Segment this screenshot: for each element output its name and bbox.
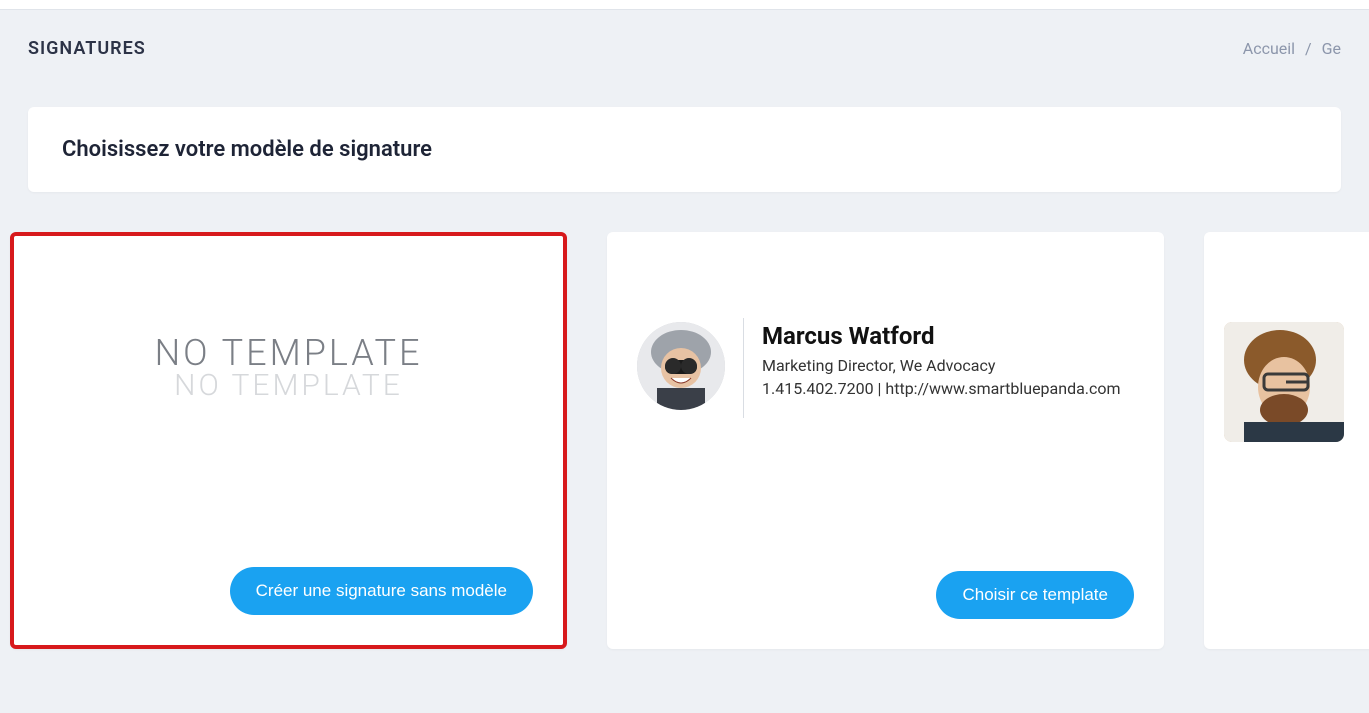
panel-title: Choisissez votre modèle de signature xyxy=(62,137,1307,162)
signature-contact-line: 1.415.402.7200 | http://www.smartbluepan… xyxy=(762,379,1134,398)
breadcrumb: Accueil / Ge xyxy=(1243,39,1341,58)
signature-preview: Marcus Watford Marketing Director, We Ad… xyxy=(607,232,1164,418)
signature-text: Marcus Watford Marketing Director, We Ad… xyxy=(762,322,1134,402)
no-template-graphic: NO TEMPLATE NO TEMPLATE xyxy=(14,236,563,403)
page-title: SIGNATURES xyxy=(28,38,146,59)
signature-divider xyxy=(743,318,744,418)
breadcrumb-current: Ge xyxy=(1322,39,1341,58)
breadcrumb-home-link[interactable]: Accueil xyxy=(1243,39,1295,58)
breadcrumb-separator: / xyxy=(1305,39,1312,58)
top-bar xyxy=(0,0,1369,10)
panel-header: Choisissez votre modèle de signature xyxy=(28,107,1341,192)
signature-name: Marcus Watford xyxy=(762,322,1134,350)
template-card-marcus[interactable]: Marcus Watford Marketing Director, We Ad… xyxy=(607,232,1164,649)
template-card-third[interactable] xyxy=(1204,232,1369,649)
template-cards-row: NO TEMPLATE NO TEMPLATE Créer une signat… xyxy=(0,192,1369,649)
create-no-template-button[interactable]: Créer une signature sans modèle xyxy=(230,567,533,615)
avatar xyxy=(1224,322,1344,442)
avatar xyxy=(637,322,725,410)
signature-title-line: Marketing Director, We Advocacy xyxy=(762,356,1134,375)
signature-preview-third xyxy=(1204,232,1369,442)
header-row: SIGNATURES Accueil / Ge xyxy=(0,10,1369,59)
choose-template-button[interactable]: Choisir ce template xyxy=(936,571,1134,619)
no-template-reflection: NO TEMPLATE xyxy=(14,368,563,403)
template-card-no-template[interactable]: NO TEMPLATE NO TEMPLATE Créer une signat… xyxy=(10,232,567,649)
